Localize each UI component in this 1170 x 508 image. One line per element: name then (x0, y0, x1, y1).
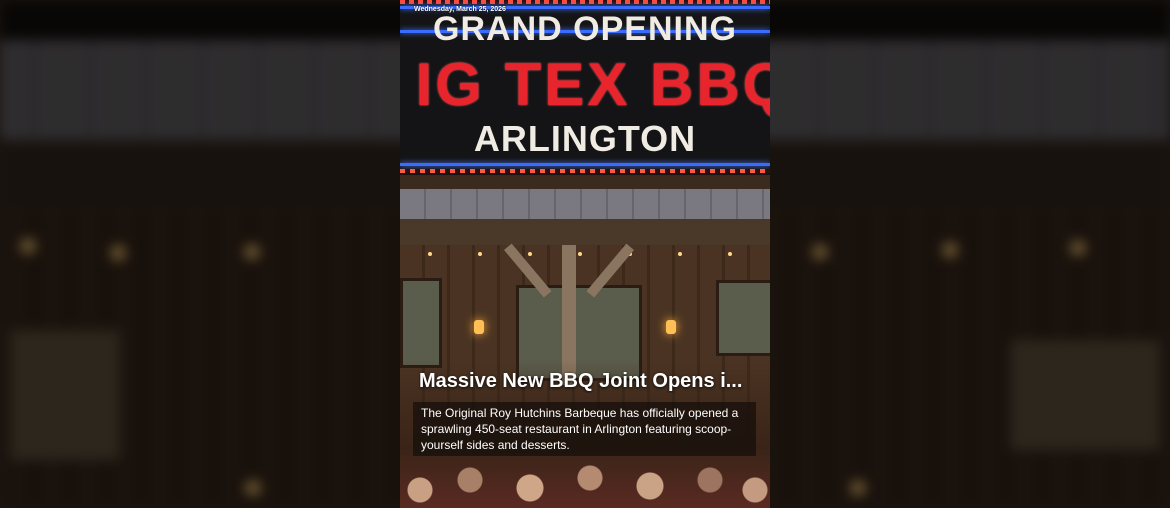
post-headline[interactable]: Massive New BBQ Joint Opens i... (419, 370, 764, 393)
sign-line-city: ARLINGTON (473, 118, 697, 159)
restaurant-sign: GRAND OPENING IG TEX BBQ ARLINGTON (400, 0, 770, 175)
post-summary: The Original Roy Hutchins Barbeque has o… (421, 406, 739, 452)
post-date: Wednesday, March 25, 2026 (414, 6, 506, 13)
sign-line-grand-opening: GRAND OPENING (433, 10, 737, 48)
summary-panel: The Original Roy Hutchins Barbeque has o… (413, 402, 756, 456)
porch-roof (400, 189, 770, 219)
video-thumbnail[interactable]: GRAND OPENING IG TEX BBQ ARLINGTON Wedne… (0, 0, 1170, 508)
sign-line-restaurant-name: IG TEX BBQ (415, 51, 770, 118)
right-window (716, 280, 770, 356)
story-frame[interactable]: GRAND OPENING IG TEX BBQ ARLINGTON Wedne… (400, 0, 770, 508)
left-window (400, 278, 442, 368)
